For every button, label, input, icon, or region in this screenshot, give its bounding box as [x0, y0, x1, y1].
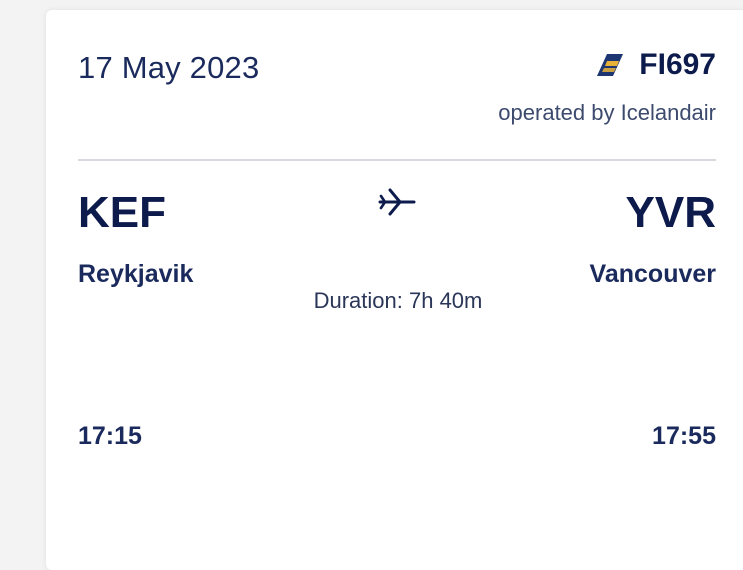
flight-date: 17 May 2023: [78, 50, 260, 85]
flight-card: 17 May 2023 FI697 operated by Icelandair…: [46, 10, 743, 570]
destination-airport-code: YVR: [625, 188, 716, 237]
departure-time: 17:15: [78, 422, 142, 450]
destination-city: Vancouver: [589, 260, 716, 288]
origin-city: Reykjavik: [78, 260, 194, 288]
flight-number: FI697: [639, 48, 716, 81]
icelandair-logo-icon: [597, 54, 624, 76]
flight-number-group: FI697: [595, 48, 716, 82]
flight-duration-text: Duration: 7h 40m: [313, 288, 483, 313]
origin-airport-code: KEF: [78, 188, 166, 237]
arrival-time: 17:55: [652, 422, 716, 450]
operated-by-label: operated by Icelandair: [498, 100, 716, 125]
divider: [78, 159, 716, 161]
airplane-icon: [378, 188, 416, 216]
flight-duration: Duration: 7h 40m: [46, 288, 743, 314]
